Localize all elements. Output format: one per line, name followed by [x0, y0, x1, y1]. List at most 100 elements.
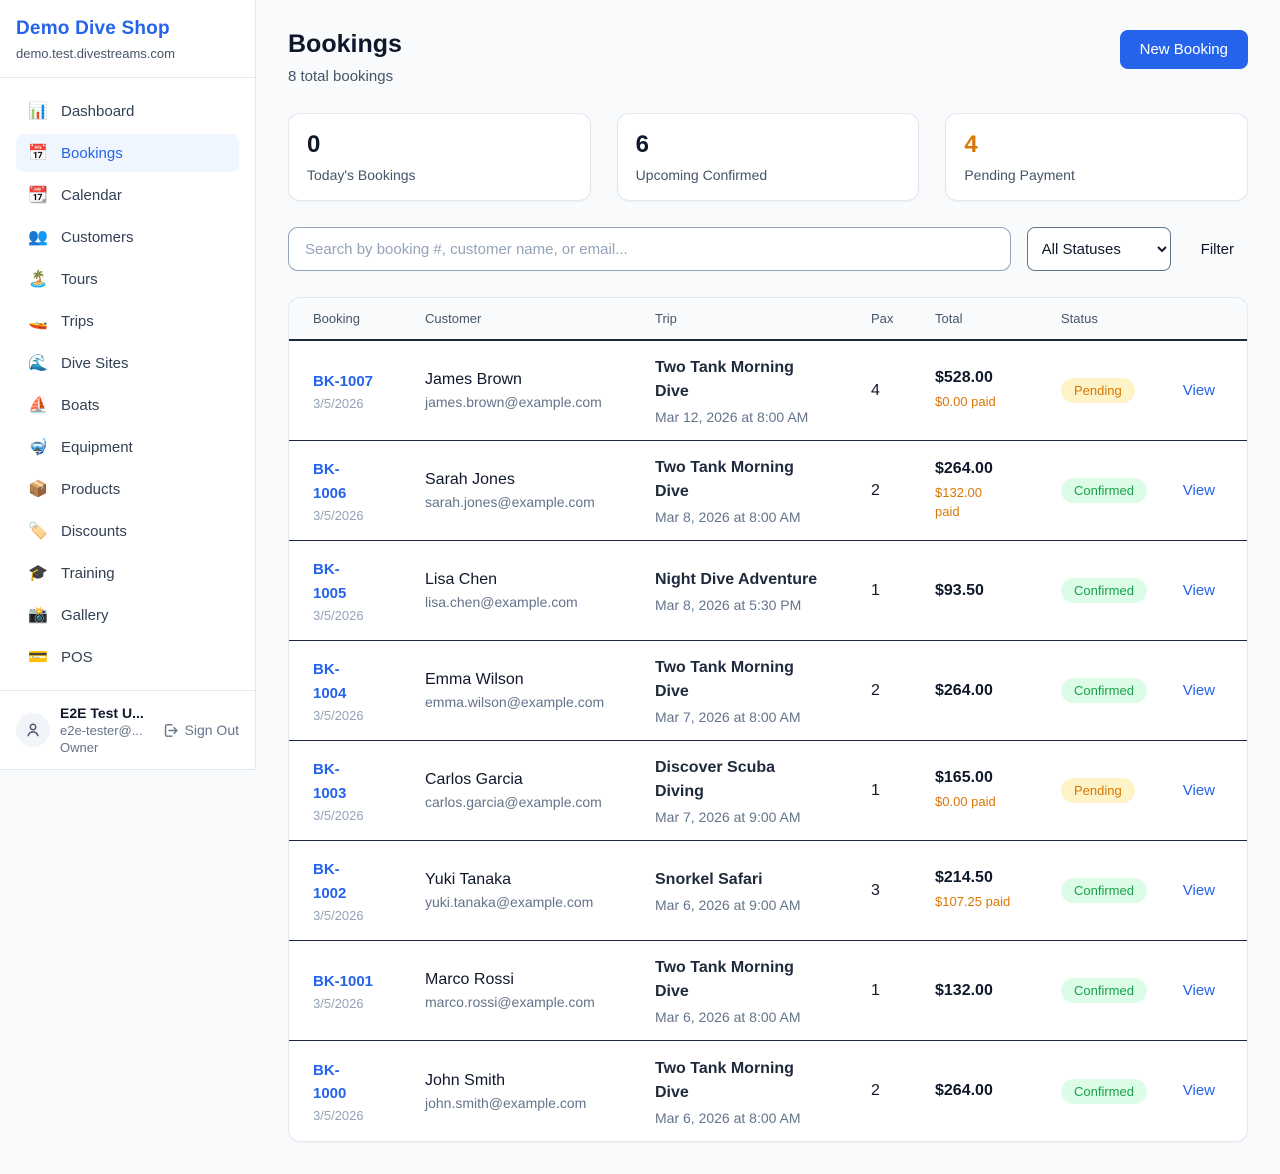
status-select[interactable]: All Statuses	[1027, 227, 1171, 271]
view-link[interactable]: View	[1183, 482, 1215, 499]
customer-email: yuki.tanaka@example.com	[425, 894, 655, 910]
status-badge: Pending	[1061, 778, 1135, 803]
view-link[interactable]: View	[1183, 982, 1215, 999]
paid-amount: $0.00 paid	[935, 792, 1061, 812]
camera-icon: 📸	[28, 605, 48, 625]
view-link[interactable]: View	[1183, 1082, 1215, 1099]
booking-id-link[interactable]: BK- 1002	[313, 858, 425, 905]
sidebar-item-bookings[interactable]: 📅Bookings	[16, 134, 239, 172]
trip-name: Snorkel Safari	[655, 868, 871, 892]
filter-button[interactable]: Filter	[1187, 233, 1248, 266]
view-link[interactable]: View	[1183, 782, 1215, 799]
sidebar-header: Demo Dive Shop demo.test.divestreams.com	[0, 0, 255, 78]
sidebar-item-discounts[interactable]: 🏷️Discounts	[16, 512, 239, 550]
view-link[interactable]: View	[1183, 582, 1215, 599]
trip-name: Two Tank Morning Dive	[655, 1057, 871, 1105]
tear-off-calendar-icon: 📆	[28, 185, 48, 205]
table-header-row: BookingCustomerTripPaxTotalStatus	[289, 298, 1247, 341]
sidebar-item-label: Training	[61, 565, 115, 582]
tag-icon: 🏷️	[28, 521, 48, 541]
booking-id-link[interactable]: BK-1007	[313, 370, 425, 393]
booking-date: 3/5/2026	[313, 708, 425, 723]
sidebar-item-trips[interactable]: 🚤Trips	[16, 302, 239, 340]
sidebar-item-label: Calendar	[61, 187, 122, 204]
sidebar-item-gallery[interactable]: 📸 Gallery	[16, 596, 239, 634]
status-badge: Confirmed	[1061, 978, 1147, 1003]
trip-date: Mar 8, 2026 at 5:30 PM	[655, 597, 871, 613]
page-subtitle: 8 total bookings	[288, 68, 402, 85]
view-link[interactable]: View	[1183, 382, 1215, 399]
booking-date: 3/5/2026	[313, 608, 425, 623]
stat-card-upcoming-confirmed: 6Upcoming Confirmed	[617, 113, 920, 201]
trip-name: Two Tank Morning Dive	[655, 456, 871, 504]
sidebar-item-label: Dashboard	[61, 103, 134, 120]
people-icon: 👥	[28, 227, 48, 247]
customer-email: lisa.chen@example.com	[425, 594, 655, 610]
sidebar: Demo Dive Shop demo.test.divestreams.com…	[0, 0, 256, 770]
user-role: Owner	[60, 740, 152, 755]
speedboat-icon: 🚤	[28, 311, 48, 331]
booking-id-link[interactable]: BK- 1006	[313, 458, 425, 505]
customer-name: Sarah Jones	[425, 471, 655, 489]
sidebar-item-dashboard[interactable]: 📊Dashboard	[16, 92, 239, 130]
view-link[interactable]: View	[1183, 882, 1215, 899]
sidebar-item-label: Equipment	[61, 439, 133, 456]
pax-count: 1	[871, 982, 935, 1000]
calendar-page-icon: 📅	[28, 143, 48, 163]
sidebar-item-tours[interactable]: 🏝️Tours	[16, 260, 239, 298]
booking-date: 3/5/2026	[313, 996, 425, 1011]
sign-out-button[interactable]: Sign Out	[162, 722, 239, 739]
sidebar-item-label: Boats	[61, 397, 99, 414]
sidebar-item-label: Tours	[61, 271, 98, 288]
booking-id-link[interactable]: BK- 1000	[313, 1059, 425, 1106]
customer-email: marco.rossi@example.com	[425, 994, 655, 1010]
customer-name: Yuki Tanaka	[425, 871, 655, 889]
table-row: BK-1001 3/5/2026 Marco Rossi marco.rossi…	[289, 941, 1247, 1041]
total-amount: $264.00	[935, 1082, 1061, 1100]
sidebar-nav: 📊Dashboard 📅Bookings 📆 Calendar 👥Customers 🏝️…	[0, 78, 255, 690]
trip-name: Two Tank Morning Dive	[655, 356, 871, 404]
sidebar-item-pos[interactable]: 💳POS	[16, 638, 239, 676]
stat-value: 6	[636, 131, 901, 159]
booking-date: 3/5/2026	[313, 1108, 425, 1123]
sidebar-item-training[interactable]: 🎓Training	[16, 554, 239, 592]
sidebar-item-label: Dive Sites	[61, 355, 129, 372]
total-amount: $93.50	[935, 582, 1061, 600]
total-amount: $214.50	[935, 869, 1061, 887]
pax-count: 2	[871, 682, 935, 700]
trip-date: Mar 8, 2026 at 8:00 AM	[655, 509, 871, 525]
sidebar-item-customers[interactable]: 👥Customers	[16, 218, 239, 256]
wave-icon: 🌊	[28, 353, 48, 373]
user-email: e2e-tester@...	[60, 723, 152, 738]
booking-date: 3/5/2026	[313, 808, 425, 823]
booking-id-link[interactable]: BK- 1004	[313, 658, 425, 705]
sign-out-label: Sign Out	[185, 722, 239, 738]
booking-id-link[interactable]: BK-1001	[313, 970, 425, 993]
sidebar-item-equipment[interactable]: 🤿Equipment	[16, 428, 239, 466]
trip-date: Mar 7, 2026 at 8:00 AM	[655, 709, 871, 725]
stat-card-today-s-bookings: 0Today's Bookings	[288, 113, 591, 201]
customer-email: carlos.garcia@example.com	[425, 794, 655, 810]
view-link[interactable]: View	[1183, 682, 1215, 699]
new-booking-button[interactable]: New Booking	[1120, 30, 1248, 69]
trip-date: Mar 6, 2026 at 8:00 AM	[655, 1110, 871, 1126]
status-badge: Confirmed	[1061, 1079, 1147, 1104]
pax-count: 2	[871, 482, 935, 500]
table-row: BK- 1006 3/5/2026 Sarah Jones sarah.jone…	[289, 441, 1247, 541]
trip-name: Two Tank Morning Dive	[655, 956, 871, 1004]
sidebar-item-products[interactable]: 📦Products	[16, 470, 239, 508]
booking-id-link[interactable]: BK- 1005	[313, 558, 425, 605]
user-section: E2E Test U... e2e-tester@... Owner Sign …	[0, 690, 255, 769]
customer-name: Carlos Garcia	[425, 771, 655, 789]
status-badge: Confirmed	[1061, 578, 1147, 603]
sidebar-item-dive-sites[interactable]: 🌊 Dive Sites	[16, 344, 239, 382]
stat-value: 4	[964, 131, 1229, 159]
search-input[interactable]	[288, 227, 1011, 271]
avatar	[16, 713, 50, 747]
sidebar-item-label: Gallery	[61, 607, 109, 624]
pax-count: 1	[871, 582, 935, 600]
sidebar-item-boats[interactable]: ⛵Boats	[16, 386, 239, 424]
shop-name: Demo Dive Shop	[16, 18, 239, 40]
sidebar-item-calendar[interactable]: 📆 Calendar	[16, 176, 239, 214]
booking-id-link[interactable]: BK- 1003	[313, 758, 425, 805]
